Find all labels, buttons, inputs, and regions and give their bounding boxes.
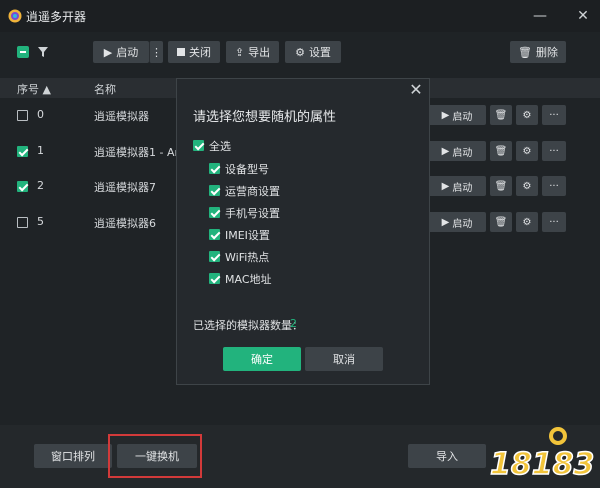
start-label: 启动 — [116, 46, 139, 59]
play-icon: ▶ — [441, 216, 450, 228]
settings-label: 设置 — [308, 46, 331, 59]
row-more-button[interactable]: ··· — [542, 212, 566, 232]
close-emulator-button[interactable]: 关闭 — [168, 41, 220, 63]
dialog-close-button[interactable]: ✕ — [406, 80, 426, 100]
row-settings-button[interactable]: ⚙ — [516, 176, 538, 196]
option-checkbox[interactable] — [209, 229, 220, 240]
cancel-button[interactable]: 取消 — [305, 347, 383, 371]
trash-icon: 🗑 — [494, 145, 508, 157]
start-more-button[interactable]: ⋮ — [149, 41, 163, 63]
row-settings-button[interactable]: ⚙ — [516, 105, 538, 125]
trash-icon: 🗑 — [518, 45, 532, 59]
row-start-label: 启动 — [452, 218, 473, 230]
row-checkbox[interactable] — [17, 146, 28, 157]
delete-label: 删除 — [535, 46, 558, 59]
annotation-outline — [108, 434, 202, 478]
row-settings-button[interactable]: ⚙ — [516, 212, 538, 232]
row-start-label: 启动 — [452, 147, 473, 159]
delete-button[interactable]: 🗑 删除 — [510, 41, 566, 63]
row-index: 1 — [37, 144, 44, 157]
svg-text:18183: 18183 — [490, 447, 594, 482]
gear-icon: ⚙ — [522, 145, 532, 157]
selected-count-value: 2 — [290, 317, 297, 330]
selected-count-label: 已选择的模拟器数量： — [193, 319, 303, 332]
option-checkbox[interactable] — [209, 163, 220, 174]
column-name-header[interactable]: 名称 — [94, 81, 116, 97]
export-icon: ⇪ — [234, 45, 245, 59]
option-checkbox[interactable] — [209, 185, 220, 196]
row-settings-button[interactable]: ⚙ — [516, 141, 538, 161]
row-start-button[interactable]: ▶ 启动 — [428, 176, 486, 196]
option-label: 运营商设置 — [225, 185, 280, 198]
option-label: 手机号设置 — [225, 207, 280, 220]
play-icon: ▶ — [441, 109, 450, 121]
row-name: 逍遥模拟器7 — [94, 181, 156, 194]
option-label: WiFi热点 — [225, 251, 270, 264]
trash-icon: 🗑 — [494, 180, 508, 192]
dialog-title: 请选择您想要随机的属性 — [193, 110, 337, 125]
row-name: 逍遥模拟器 — [94, 110, 149, 123]
app-logo-icon — [8, 9, 22, 23]
select-all-option-label: 全选 — [209, 140, 231, 153]
arrange-windows-button[interactable]: 窗口排列 — [34, 444, 112, 468]
option-label: MAC地址 — [225, 273, 272, 286]
option-label: 设备型号 — [225, 163, 269, 176]
import-button[interactable]: 导入 — [408, 444, 486, 468]
select-all-checkbox[interactable] — [17, 46, 29, 58]
row-start-button[interactable]: ▶ 启动 — [428, 212, 486, 232]
option-checkbox[interactable] — [209, 207, 220, 218]
row-delete-button[interactable]: 🗑 — [490, 141, 512, 161]
row-more-button[interactable]: ··· — [542, 176, 566, 196]
title-bar — [0, 0, 600, 32]
gear-icon: ⚙ — [295, 45, 305, 59]
row-delete-button[interactable]: 🗑 — [490, 212, 512, 232]
filter-icon[interactable] — [37, 46, 49, 58]
gear-icon: ⚙ — [522, 109, 532, 121]
app-title: 逍遥多开器 — [26, 10, 87, 24]
row-checkbox[interactable] — [17, 217, 28, 228]
row-checkbox[interactable] — [17, 181, 28, 192]
row-more-button[interactable]: ··· — [542, 105, 566, 125]
row-start-button[interactable]: ▶ 启动 — [428, 141, 486, 161]
play-icon: ▶ — [441, 180, 450, 192]
gear-icon: ⚙ — [522, 180, 532, 192]
row-checkbox[interactable] — [17, 110, 28, 121]
export-label: 导出 — [248, 46, 271, 59]
gear-icon: ⚙ — [522, 216, 532, 228]
export-button[interactable]: ⇪ 导出 — [226, 41, 279, 63]
row-start-label: 启动 — [452, 111, 473, 123]
option-checkbox[interactable] — [209, 251, 220, 262]
select-all-option-checkbox[interactable] — [193, 140, 204, 151]
row-name: 逍遥模拟器1 - Anc — [94, 146, 188, 159]
play-icon: ▶ — [103, 45, 113, 59]
option-checkbox[interactable] — [209, 273, 220, 284]
trash-icon: 🗑 — [494, 109, 508, 121]
row-index: 5 — [37, 215, 44, 228]
row-index: 2 — [37, 179, 44, 192]
row-index: 0 — [37, 108, 44, 121]
option-label: IMEI设置 — [225, 229, 270, 242]
play-icon: ▶ — [441, 145, 450, 157]
stop-icon — [177, 48, 185, 56]
row-delete-button[interactable]: 🗑 — [490, 105, 512, 125]
row-more-button[interactable]: ··· — [542, 141, 566, 161]
watermark-logo: 18183 — [489, 427, 595, 483]
column-index-header[interactable]: 序号 ▲ — [17, 81, 51, 97]
window-close-button[interactable]: ✕ — [573, 6, 593, 26]
row-start-button[interactable]: ▶ 启动 — [428, 105, 486, 125]
close-label: 关闭 — [189, 46, 211, 59]
row-delete-button[interactable]: 🗑 — [490, 176, 512, 196]
row-name: 逍遥模拟器6 — [94, 217, 156, 230]
trash-icon: 🗑 — [494, 216, 508, 228]
start-button[interactable]: ▶ 启动 — [93, 41, 149, 63]
settings-button[interactable]: ⚙ 设置 — [285, 41, 341, 63]
minimize-button[interactable]: — — [530, 6, 550, 26]
row-start-label: 启动 — [452, 182, 473, 194]
confirm-button[interactable]: 确定 — [223, 347, 301, 371]
